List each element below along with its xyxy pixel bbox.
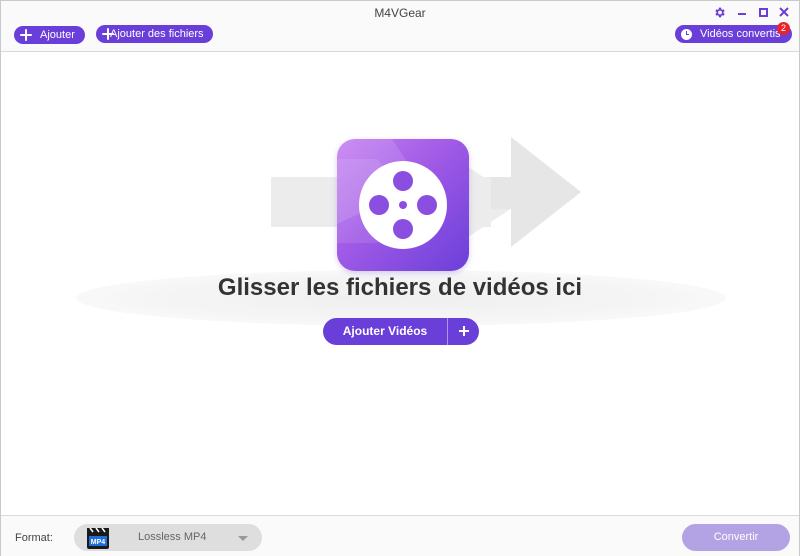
- mp4-icon-text: MP4: [91, 539, 106, 546]
- add-videos-button[interactable]: Ajouter Vidéos: [323, 318, 479, 345]
- plus-icon: [20, 29, 32, 41]
- format-label: Format:: [15, 532, 53, 544]
- chevron-down-icon: [238, 536, 248, 541]
- add-button-label: Ajouter: [40, 29, 75, 41]
- converted-videos-label: Vidéos convertis: [700, 28, 781, 40]
- app-window: M4VGear Ajouter Ajouter des fichiers Vid…: [0, 0, 800, 556]
- maximize-icon[interactable]: [756, 5, 770, 19]
- add-videos-label: Ajouter Vidéos: [323, 318, 448, 345]
- clock-icon: [681, 28, 692, 40]
- add-button[interactable]: Ajouter: [14, 26, 85, 44]
- plus-icon[interactable]: [448, 318, 479, 345]
- format-select[interactable]: MP4 Lossless MP4: [74, 524, 262, 551]
- converted-videos-button[interactable]: Vidéos convertis: [675, 25, 792, 43]
- gear-icon[interactable]: [712, 5, 726, 19]
- close-icon[interactable]: [777, 5, 791, 19]
- toolbar: M4VGear Ajouter Ajouter des fichiers Vid…: [1, 1, 799, 52]
- add-files-button-label: Ajouter des fichiers: [110, 28, 204, 40]
- converted-count-badge: 2: [777, 22, 790, 35]
- drop-zone-title: Glisser les fichiers de vidéos ici: [217, 274, 583, 301]
- add-files-button[interactable]: Ajouter des fichiers: [96, 25, 213, 43]
- convert-button[interactable]: Convertir: [682, 524, 790, 551]
- minimize-icon[interactable]: [735, 5, 749, 19]
- drop-zone[interactable]: Glisser les fichiers de vidéos ici Ajout…: [1, 52, 799, 515]
- app-title: M4VGear: [374, 6, 426, 20]
- format-value: Lossless MP4: [138, 531, 207, 543]
- bottom-bar: Format: MP4 Lossless MP4 Convertir: [1, 515, 799, 556]
- film-reel-icon: [337, 139, 469, 271]
- mp4-icon: MP4: [87, 527, 109, 549]
